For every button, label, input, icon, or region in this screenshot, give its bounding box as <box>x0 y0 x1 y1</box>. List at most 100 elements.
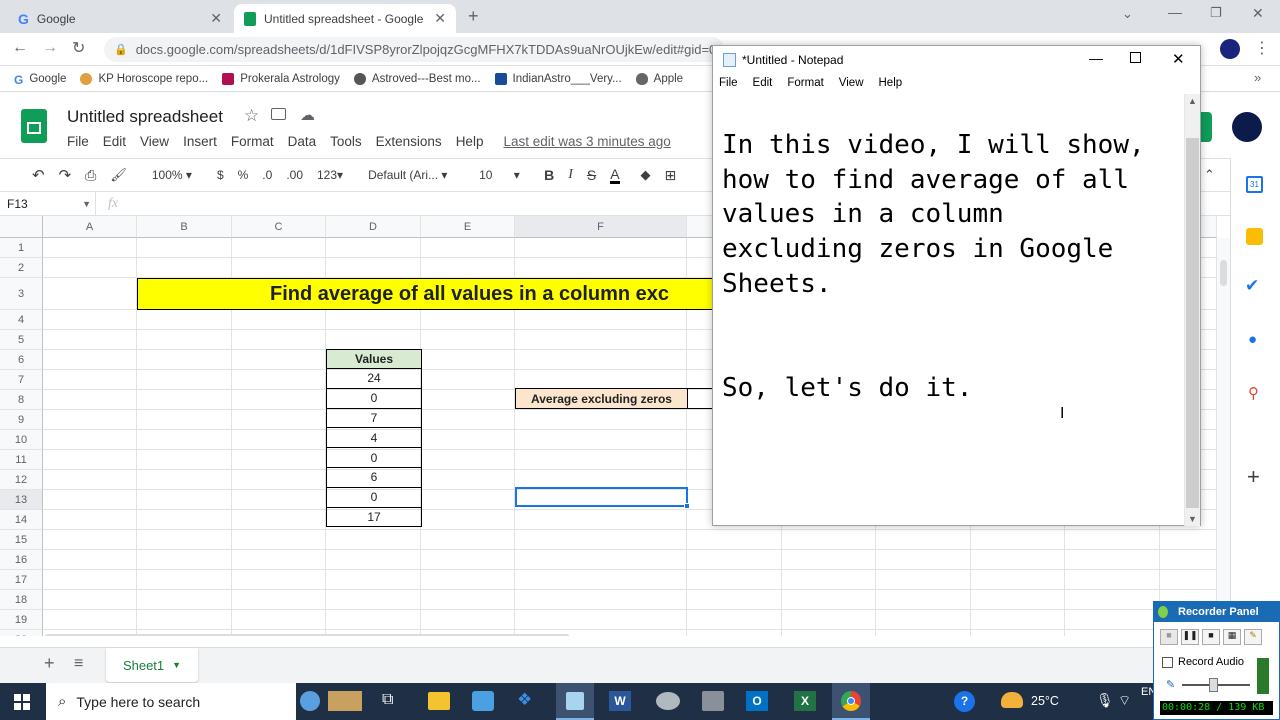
draw-icon[interactable]: ✎ <box>1244 629 1262 645</box>
dropbox-icon[interactable]: ❖ <box>517 690 532 710</box>
bookmark-google[interactable]: G Google <box>14 73 66 87</box>
row-header[interactable]: 17 <box>0 570 43 590</box>
menu-edit[interactable]: Edit <box>103 134 126 149</box>
all-sheets-icon[interactable]: ≡ <box>74 655 83 673</box>
task-view-icon[interactable]: ⧉ <box>382 691 393 709</box>
text-color-button[interactable]: A <box>610 167 620 184</box>
taskbar-search-box[interactable]: ⌕ Type here to search <box>46 683 296 720</box>
title-cell[interactable]: Find average of all values in a column e… <box>137 278 737 310</box>
notepad-menu-view[interactable]: View <box>839 77 864 89</box>
zoom-select[interactable]: 100% ▾ <box>152 168 192 182</box>
value-cell[interactable]: 24 <box>326 368 422 389</box>
close-tab-icon[interactable]: ✕ <box>210 10 222 27</box>
row-header[interactable]: 19 <box>0 610 43 630</box>
row-header[interactable]: 9 <box>0 410 43 430</box>
excel-icon[interactable]: X <box>794 691 816 711</box>
tasks-icon[interactable]: ✔ <box>1245 276 1259 296</box>
row-header[interactable]: 10 <box>0 430 43 450</box>
notepad-text-area[interactable]: In this video, I will show, how to find … <box>713 94 1185 526</box>
notepad-scroll-thumb[interactable] <box>1186 138 1199 508</box>
column-header[interactable]: B <box>137 216 232 238</box>
value-cell[interactable]: 0 <box>326 447 422 468</box>
calendar-icon[interactable]: 31 <box>1246 176 1263 193</box>
value-cell[interactable]: 4 <box>326 427 422 449</box>
print-icon[interactable]: ⎙ <box>85 167 96 184</box>
start-button[interactable] <box>14 694 30 710</box>
menu-help[interactable]: Help <box>456 134 484 149</box>
row-header[interactable]: 20 <box>0 630 43 636</box>
doc-title[interactable]: Untitled spreadsheet <box>67 107 223 127</box>
row-header[interactable]: 12 <box>0 470 43 490</box>
cortana-icon[interactable] <box>300 691 320 711</box>
sheets-logo-icon[interactable] <box>21 109 47 143</box>
row-header[interactable]: 16 <box>0 550 43 570</box>
forward-arrow-icon[interactable]: → <box>42 39 58 57</box>
menu-view[interactable]: View <box>140 134 169 149</box>
store-icon[interactable] <box>472 691 494 711</box>
menu-tools[interactable]: Tools <box>330 134 362 149</box>
scroll-thumb[interactable] <box>1220 260 1227 286</box>
back-arrow-icon[interactable]: ← <box>12 39 28 57</box>
notepad-menu-file[interactable]: File <box>719 77 738 89</box>
sheet-tab-sheet1[interactable]: Sheet1 ▼ <box>106 648 198 682</box>
new-tab-button[interactable]: + <box>468 6 479 27</box>
percent-button[interactable]: % <box>238 168 249 182</box>
chrome-taskbar-button[interactable] <box>832 683 870 720</box>
value-cell[interactable]: 0 <box>326 387 422 409</box>
taskbar-app-book-icon[interactable] <box>328 691 362 711</box>
row-header[interactable]: 4 <box>0 310 43 330</box>
menu-extensions[interactable]: Extensions <box>376 134 442 149</box>
redo-icon[interactable]: ↷ <box>59 166 72 184</box>
notepad-scrollbar[interactable]: ▲ ▼ <box>1184 94 1200 526</box>
taskbar-app-icon[interactable] <box>656 692 680 710</box>
borders-icon[interactable]: ⊞ <box>665 167 677 184</box>
name-box[interactable]: F13 ▼ <box>0 191 96 216</box>
network-icon[interactable]: ⌔ <box>1118 692 1131 710</box>
value-cell[interactable]: 7 <box>326 407 422 429</box>
microphone-icon[interactable]: 🎙 <box>1096 692 1114 709</box>
notepad-minimize-button[interactable]: — <box>1089 50 1103 66</box>
maps-icon[interactable]: ⚲ <box>1248 384 1259 402</box>
close-window-button[interactable]: ✕ <box>1252 5 1264 22</box>
notepad-menu-help[interactable]: Help <box>879 77 903 89</box>
avg-label-cell[interactable]: Average excluding zeros <box>515 388 688 409</box>
bookmark-apple[interactable]: Apple <box>635 72 683 85</box>
column-header[interactable]: C <box>232 216 326 238</box>
menu-insert[interactable]: Insert <box>183 134 217 149</box>
restore-window-button[interactable]: ❐ <box>1210 5 1222 21</box>
collapse-toolbar-icon[interactable]: ⌃ <box>1204 167 1215 183</box>
increase-decimal-button[interactable]: .00 <box>286 168 303 182</box>
url-input[interactable]: 🔒 docs.google.com/spreadsheets/d/1dFIVSP… <box>104 37 724 62</box>
star-icon[interactable]: ☆ <box>244 106 259 126</box>
row-header[interactable]: 1 <box>0 238 43 258</box>
pause-button[interactable]: ❚❚ <box>1181 629 1199 645</box>
contacts-icon[interactable]: ● <box>1248 331 1257 348</box>
notepad-maximize-button[interactable] <box>1130 52 1141 63</box>
row-header[interactable]: 2 <box>0 258 43 278</box>
column-header[interactable]: D <box>326 216 421 238</box>
keep-icon[interactable] <box>1246 228 1263 245</box>
bookmark-astroved[interactable]: Astroved---Best mo... <box>353 72 481 85</box>
row-header[interactable]: 11 <box>0 450 43 470</box>
column-header[interactable]: E <box>421 216 515 238</box>
word-icon[interactable]: W <box>609 691 631 711</box>
font-select[interactable]: Default (Ari... ▾ <box>368 168 452 182</box>
reload-icon[interactable]: ↻ <box>72 38 85 58</box>
get-addons-icon[interactable]: + <box>1247 464 1260 490</box>
file-explorer-icon[interactable] <box>428 692 450 710</box>
menu-data[interactable]: Data <box>288 134 317 149</box>
more-formats-button[interactable]: 123▾ <box>317 168 343 182</box>
bookmark-kp-horoscope[interactable]: KP Horoscope repo... <box>80 72 208 85</box>
value-cell[interactable]: 17 <box>326 506 422 528</box>
notepad-close-button[interactable]: ✕ <box>1172 50 1185 68</box>
bold-button[interactable]: B <box>544 167 554 183</box>
row-header[interactable]: 18 <box>0 590 43 610</box>
italic-button[interactable]: I <box>568 167 573 183</box>
font-size-select[interactable]: 10 ▾ <box>479 168 521 182</box>
row-header[interactable]: 13 <box>0 490 43 510</box>
strikethrough-button[interactable]: S <box>587 167 596 183</box>
row-header[interactable]: 15 <box>0 530 43 550</box>
stop-button[interactable]: ■ <box>1202 629 1220 645</box>
profile-avatar[interactable] <box>1220 39 1240 59</box>
move-folder-icon[interactable] <box>271 108 286 120</box>
